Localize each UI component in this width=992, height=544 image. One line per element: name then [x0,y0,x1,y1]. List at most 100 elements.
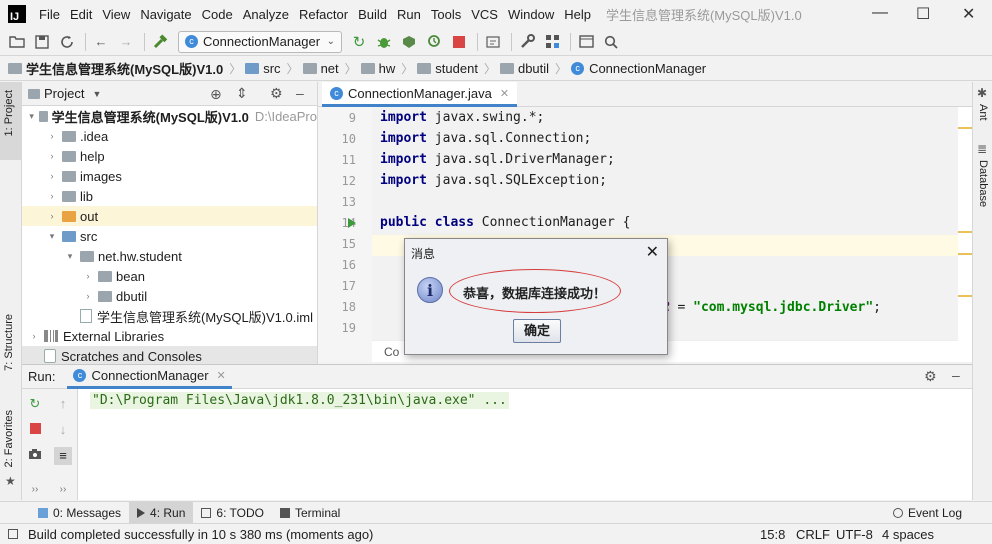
tool-tab-structure[interactable]: 7: Structure [3,314,15,371]
tree-item[interactable]: › bean [22,266,317,286]
menu-help[interactable]: Help [559,7,596,22]
console-output[interactable]: "D:\Program Files\Java\jdk1.8.0_231\bin\… [78,389,972,500]
tree-item[interactable]: › .idea [22,126,317,146]
tool-tab-messages[interactable]: 0: Messages [30,502,129,524]
chevron-right-icon[interactable]: › [46,131,58,141]
search-icon[interactable] [600,32,622,52]
breadcrumb-hw[interactable]: hw [360,61,395,76]
close-window-button[interactable]: ✕ [962,4,975,24]
chevron-down-icon[interactable]: ▾ [46,231,58,242]
warning-marker[interactable] [958,253,972,255]
chevron-right-icon[interactable]: › [28,331,40,341]
coverage-icon[interactable] [398,32,420,52]
tool-tab-ant[interactable]: Ant [977,104,989,121]
sync-icon[interactable] [56,32,78,52]
run-gutter-icon[interactable] [348,218,356,228]
debug-icon[interactable] [373,32,395,52]
close-tab-icon[interactable]: ✕ [217,369,226,382]
tool-tab-event-log[interactable]: Event Log [885,502,970,524]
tree-item[interactable]: › dbutil [22,286,317,306]
rerun-icon[interactable]: ↻ [26,395,44,413]
tool-tab-favorites[interactable]: 2: Favorites [3,410,15,467]
project-panel-title[interactable]: Project [44,86,84,101]
run-config-select[interactable]: c ConnectionManager ⌄ [178,30,342,53]
menu-vcs[interactable]: VCS [466,7,503,22]
soft-wrap-icon[interactable]: ≡ [54,447,72,465]
dialog-close-button[interactable]: ✕ [646,242,659,262]
chevron-right-icon[interactable]: › [46,191,58,201]
minimize-button[interactable]: — [872,4,888,22]
menu-tools[interactable]: Tools [426,7,466,22]
indent-setting[interactable]: 4 spaces [882,527,934,542]
maximize-button[interactable]: ☐ [916,4,930,24]
profile-icon[interactable] [423,32,445,52]
chevron-down-icon[interactable]: ▾ [28,111,35,122]
warning-marker[interactable] [958,127,972,129]
menu-view[interactable]: View [97,7,135,22]
tree-item[interactable]: › External Libraries [22,326,317,346]
tree-item[interactable]: › images [22,166,317,186]
tool-tab-todo[interactable]: 6: TODO [193,502,272,524]
tree-item[interactable]: ▾ net.hw.student [22,246,317,266]
gear-icon[interactable]: ⚙ [924,368,937,385]
settings-wrench-icon[interactable] [516,32,538,52]
tree-item[interactable]: › help [22,146,317,166]
locate-target-icon[interactable]: ⊕ [210,86,222,103]
menu-file[interactable]: File [34,7,65,22]
toggle-tool-windows-icon[interactable] [8,529,18,539]
forward-icon[interactable]: → [115,32,137,52]
rerun-icon[interactable]: ↻ [348,32,370,52]
breadcrumb-net[interactable]: net [302,61,339,76]
warning-marker[interactable] [958,231,972,233]
project-structure-icon[interactable] [541,32,563,52]
ok-button[interactable]: 确定 [513,319,561,343]
menu-refactor[interactable]: Refactor [294,7,353,22]
tree-item[interactable]: Scratches and Consoles [22,346,317,364]
down-arrow-icon[interactable]: ↓ [54,421,72,439]
chevron-down-icon[interactable]: ▾ [64,251,76,262]
chevron-right-icon[interactable]: › [82,291,94,301]
vcs-icon[interactable] [482,32,504,52]
menu-code[interactable]: Code [197,7,238,22]
breadcrumb-src[interactable]: src [245,61,281,76]
stop-icon[interactable] [26,421,44,439]
collapse-all-icon[interactable]: ⇕ [236,85,248,102]
save-icon[interactable] [31,32,53,52]
terminal-window-icon[interactable] [575,32,597,52]
breadcrumb-student[interactable]: student [417,61,478,76]
tree-item[interactable]: 学生信息管理系统(MySQL版)V1.0.iml [22,306,317,326]
chevron-right-icon[interactable]: › [46,171,58,181]
folder-open-icon[interactable] [6,32,28,52]
chevron-right-icon[interactable]: › [82,271,94,281]
tree-item[interactable]: › lib [22,186,317,206]
build-hammer-icon[interactable] [149,32,171,52]
breadcrumb-project[interactable]: 学生信息管理系统(MySQL版)V1.0 [8,59,223,78]
run-tab-connection-manager[interactable]: c ConnectionManager ✕ [67,365,232,389]
menu-run[interactable]: Run [392,7,426,22]
caret-position[interactable]: 15:8 [760,527,785,542]
tree-item[interactable]: › out [22,206,317,226]
stop-icon[interactable] [448,32,470,52]
hide-panel-icon[interactable]: – [952,367,960,383]
tool-tab-project[interactable]: 1: Project [3,90,15,136]
menu-navigate[interactable]: Navigate [135,7,196,22]
chevron-down-icon[interactable]: ▼ [92,89,101,99]
line-separator[interactable]: CRLF [796,527,830,542]
breadcrumb-class[interactable]: c ConnectionManager [571,61,706,76]
close-tab-icon[interactable]: ✕ [500,87,509,100]
tool-tab-terminal[interactable]: Terminal [272,502,348,524]
file-encoding[interactable]: UTF-8 [836,527,873,542]
more-icon[interactable]: ›› [54,481,72,499]
back-icon[interactable]: ← [90,32,112,52]
tool-tab-run[interactable]: 4: Run [129,501,194,524]
hide-panel-icon[interactable]: – [296,85,304,101]
camera-icon[interactable] [26,447,44,465]
chevron-right-icon[interactable]: › [46,151,58,161]
tool-tab-database[interactable]: Database [977,160,989,207]
warning-marker[interactable] [958,295,972,297]
gear-icon[interactable]: ⚙ [270,85,283,102]
menu-analyze[interactable]: Analyze [238,7,294,22]
menu-build[interactable]: Build [353,7,392,22]
status-message[interactable]: Build completed successfully in 10 s 380… [28,527,373,542]
breadcrumb-dbutil[interactable]: dbutil [499,61,549,76]
